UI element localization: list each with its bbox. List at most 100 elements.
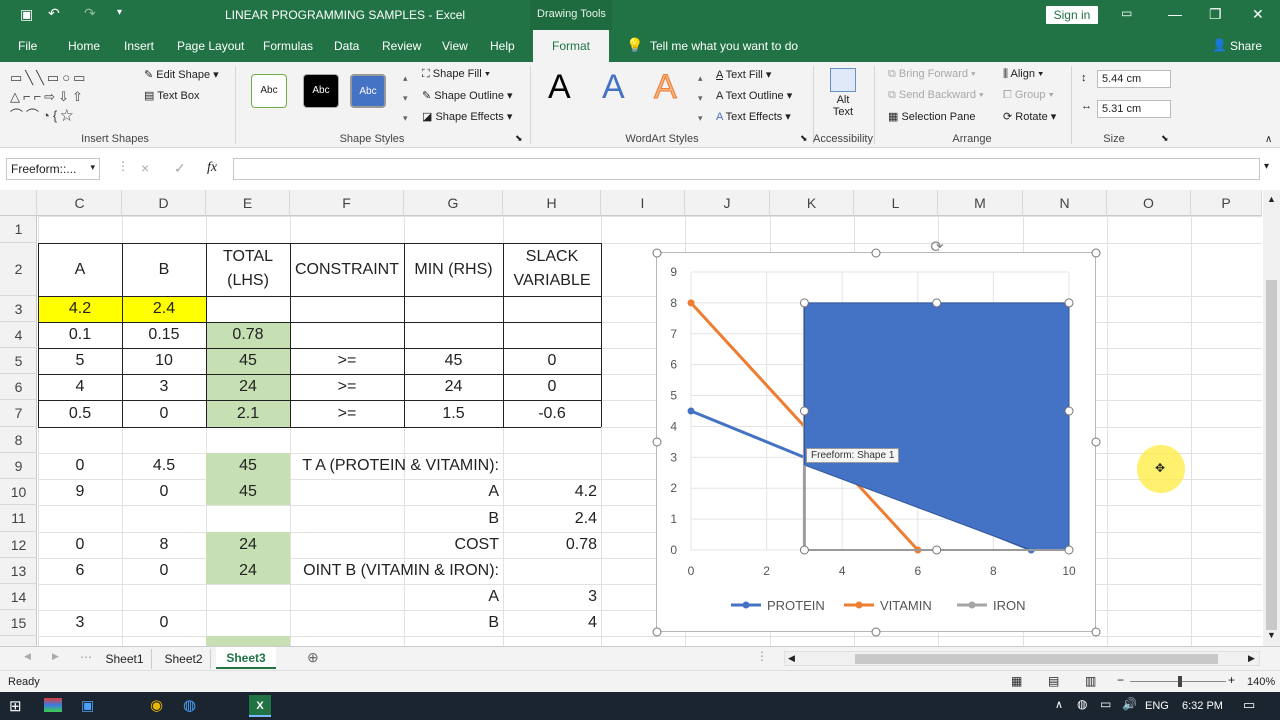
row-header[interactable]: 11 bbox=[0, 505, 37, 532]
row-header[interactable]: 15 bbox=[0, 610, 37, 636]
rotate-button[interactable]: ⟳ Rotate ▾ bbox=[1003, 110, 1056, 123]
column-header[interactable]: P bbox=[1191, 190, 1262, 216]
cell-d13[interactable]: 0 bbox=[122, 558, 206, 584]
tab-format[interactable]: Format bbox=[533, 30, 609, 62]
scroll-down-icon[interactable]: ▼ bbox=[1267, 630, 1276, 640]
cell-c12[interactable]: 0 bbox=[38, 532, 122, 558]
cell-g14[interactable]: A bbox=[404, 584, 503, 610]
customize-qat-icon[interactable]: ▾ bbox=[117, 7, 122, 18]
scroll-left-icon[interactable]: ◀ bbox=[788, 653, 795, 664]
scroll-up-icon[interactable]: ▲ bbox=[1267, 194, 1276, 204]
language-indicator[interactable]: ENG bbox=[1145, 700, 1169, 712]
tab-data[interactable]: Data bbox=[334, 39, 359, 53]
send-backward-button[interactable]: ⧉ Send Backward ▾ bbox=[888, 89, 984, 102]
shape-style-outline[interactable]: Abc bbox=[251, 74, 287, 108]
row-header[interactable]: 12 bbox=[0, 532, 37, 558]
enter-icon[interactable]: ✓ bbox=[174, 160, 186, 177]
tab-formulas[interactable]: Formulas bbox=[263, 39, 313, 53]
cell-c3[interactable]: 4.2 bbox=[38, 296, 122, 322]
tell-me-search[interactable]: Tell me what you want to do bbox=[650, 39, 798, 53]
cell-d5[interactable]: 10 bbox=[122, 348, 206, 374]
row-header[interactable]: 14 bbox=[0, 584, 37, 610]
chart-resize-handle[interactable] bbox=[652, 437, 662, 447]
scroll-right-icon[interactable]: ▶ bbox=[1248, 653, 1255, 664]
row-header[interactable]: 2 bbox=[0, 243, 37, 296]
cell-h15[interactable]: 4 bbox=[503, 610, 601, 636]
text-fill-button[interactable]: A Text Fill ▾ bbox=[716, 68, 771, 81]
sheet-tab-sheet2[interactable]: Sheet2 bbox=[157, 649, 211, 669]
expand-formula-icon[interactable]: ▾ bbox=[1264, 161, 1269, 172]
minimize-icon[interactable]: — bbox=[1168, 6, 1182, 22]
gallery-scroll-icon[interactable]: ▴ ▾ ▾ bbox=[403, 68, 408, 128]
chart-resize-handle[interactable] bbox=[652, 627, 662, 637]
shape-fill-button[interactable]: ⛶ Shape Fill ▾ bbox=[422, 68, 490, 81]
tab-split-icon[interactable]: ⋮ bbox=[756, 649, 768, 663]
cell-e13[interactable]: 24 bbox=[206, 558, 290, 584]
cell-d9[interactable]: 4.5 bbox=[122, 453, 206, 479]
sign-in-button[interactable]: Sign in bbox=[1046, 6, 1098, 24]
dialog-launcher-icon[interactable]: ⬊ bbox=[515, 133, 523, 144]
taskbar-app-icon[interactable]: ▣ bbox=[81, 697, 94, 714]
cell-f7[interactable]: >= bbox=[290, 400, 404, 427]
row-header[interactable]: 13 bbox=[0, 558, 37, 584]
tab-help[interactable]: Help bbox=[490, 39, 515, 53]
chart-resize-handle[interactable] bbox=[1091, 437, 1101, 447]
cell-c15[interactable]: 3 bbox=[38, 610, 122, 636]
cell-g15[interactable]: B bbox=[404, 610, 503, 636]
shape-outline-button[interactable]: ✎ Shape Outline ▾ bbox=[422, 89, 513, 102]
selection-pane-button[interactable]: ▦ Selection Pane bbox=[888, 110, 975, 123]
cell-g2[interactable]: MIN (RHS) bbox=[404, 243, 503, 296]
chart-area[interactable]: 0 1 2 3 4 5 6 7 8 9 0 2 4 6 8 10 PROTEIN VITAMIN IRON ⟳ bbox=[652, 239, 1101, 637]
insert-function-icon[interactable]: fx bbox=[207, 160, 217, 176]
select-all-corner[interactable] bbox=[0, 190, 37, 216]
cell-h11[interactable]: 2.4 bbox=[503, 505, 601, 532]
cell-g12[interactable]: COST bbox=[404, 532, 503, 558]
column-header[interactable]: M bbox=[938, 190, 1023, 216]
wordart-blue[interactable]: A bbox=[602, 68, 625, 107]
taskbar-app-icon[interactable] bbox=[44, 698, 62, 712]
cell-d12[interactable]: 8 bbox=[122, 532, 206, 558]
collapse-ribbon-icon[interactable]: ∧ bbox=[1265, 134, 1272, 145]
cell-f6[interactable]: >= bbox=[290, 374, 404, 400]
shape-style-black[interactable]: Abc bbox=[303, 74, 339, 108]
chart-resize-handle[interactable] bbox=[871, 627, 881, 637]
cell-c9[interactable]: 0 bbox=[38, 453, 122, 479]
shape-resize-handle[interactable] bbox=[1064, 298, 1074, 308]
cell-h7[interactable]: -0.6 bbox=[503, 400, 601, 427]
cell-c5[interactable]: 5 bbox=[38, 348, 122, 374]
cell-d10[interactable]: 0 bbox=[122, 479, 206, 505]
bring-forward-button[interactable]: ⧉ Bring Forward ▾ bbox=[888, 68, 976, 81]
cell-f2[interactable]: CONSTRAINT bbox=[290, 243, 404, 296]
zoom-out-icon[interactable]: − bbox=[1117, 673, 1124, 687]
tab-home[interactable]: Home bbox=[68, 39, 100, 53]
cell-d2[interactable]: B bbox=[122, 243, 206, 296]
vertical-scrollbar[interactable]: ▲ ▼ bbox=[1263, 190, 1280, 646]
edit-shape-button[interactable]: ✎ Edit Shape ▾ bbox=[144, 68, 219, 81]
align-button[interactable]: ⫼ Align ▾ bbox=[1003, 68, 1043, 81]
cell-d15[interactable]: 0 bbox=[122, 610, 206, 636]
excel-taskbar-icon[interactable]: X bbox=[249, 695, 271, 717]
shape-resize-handle[interactable] bbox=[1064, 545, 1074, 555]
tab-insert[interactable]: Insert bbox=[124, 39, 154, 53]
undo-icon[interactable]: ↶ bbox=[48, 5, 60, 22]
chart-resize-handle[interactable] bbox=[1091, 248, 1101, 258]
shapes-gallery[interactable]: ▭╲╲▭○▭ △⌐⌐⇨⇩⇧ ⌒⌒◔{☆ bbox=[10, 68, 122, 124]
shape-width-input[interactable]: 5.31 cm bbox=[1097, 100, 1171, 118]
text-box-button[interactable]: ▤ Text Box bbox=[144, 89, 199, 102]
prev-sheet-icon[interactable]: ◀ bbox=[24, 651, 31, 662]
column-header[interactable]: C bbox=[38, 190, 122, 216]
volume-icon[interactable]: 🔊 bbox=[1122, 697, 1137, 711]
tab-review[interactable]: Review bbox=[382, 39, 421, 53]
cell-g10[interactable]: A bbox=[404, 479, 503, 505]
column-header[interactable]: L bbox=[854, 190, 938, 216]
row-header[interactable]: 1 bbox=[0, 216, 37, 243]
zoom-in-icon[interactable]: + bbox=[1228, 673, 1235, 687]
next-sheet-icon[interactable]: ▶ bbox=[52, 651, 59, 662]
cell-h2a[interactable]: SLACK bbox=[503, 245, 601, 269]
chart-resize-handle[interactable] bbox=[652, 248, 662, 258]
column-header[interactable]: G bbox=[404, 190, 503, 216]
cell-c6[interactable]: 4 bbox=[38, 374, 122, 400]
column-header[interactable]: D bbox=[122, 190, 206, 216]
column-header[interactable]: K bbox=[770, 190, 854, 216]
row-header[interactable]: 4 bbox=[0, 322, 37, 348]
